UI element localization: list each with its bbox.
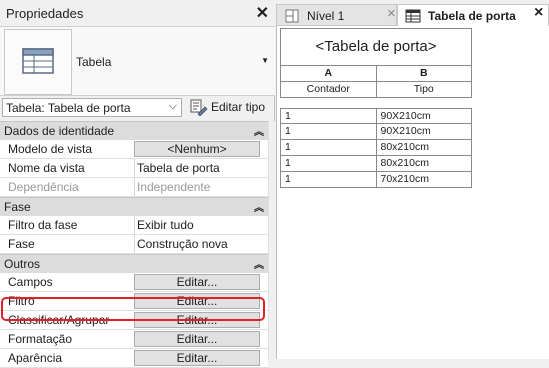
section-title: Fase bbox=[4, 200, 31, 214]
property-label: Campos bbox=[8, 275, 53, 289]
fields-edit-button[interactable]: Editar... bbox=[134, 274, 260, 290]
close-icon[interactable]: × bbox=[387, 5, 396, 22]
table-cell[interactable]: 1 bbox=[281, 108, 377, 124]
scrollbar[interactable] bbox=[268, 121, 275, 359]
property-row: Nome da vista Tabela de porta bbox=[0, 159, 268, 178]
column-header[interactable]: Contador bbox=[281, 82, 377, 98]
type-name: Tabela bbox=[76, 55, 112, 69]
property-label: Formatação bbox=[8, 332, 73, 346]
property-label: Aparência bbox=[8, 351, 63, 365]
table-row[interactable]: 1 90X210cm bbox=[280, 108, 472, 124]
table-cell[interactable]: 90X210cm bbox=[376, 108, 472, 124]
tab-door-schedule[interactable]: Tabela de porta × bbox=[397, 4, 549, 26]
view-name-field[interactable]: Tabela de porta bbox=[134, 159, 268, 177]
table-cell[interactable]: 90X210cm bbox=[376, 124, 472, 140]
property-label: Dependência bbox=[8, 180, 79, 194]
table-row[interactable]: 1 80x210cm bbox=[280, 140, 472, 156]
property-row: Modelo de vista <Nenhum> bbox=[0, 140, 268, 159]
column-letters-row: A B bbox=[280, 66, 472, 82]
section-title: Dados de identidade bbox=[4, 124, 115, 138]
property-row: Campos Editar... bbox=[0, 273, 268, 292]
column-letter[interactable]: B bbox=[376, 66, 472, 82]
table-cell[interactable]: 1 bbox=[281, 140, 377, 156]
phase-field[interactable]: Construção nova bbox=[134, 235, 268, 253]
schedule-type-icon bbox=[4, 29, 72, 95]
table-row[interactable]: 1 90X210cm bbox=[280, 124, 472, 140]
property-label: Modelo de vista bbox=[8, 142, 93, 156]
close-icon[interactable]: × bbox=[534, 4, 543, 22]
property-label: Filtro da fase bbox=[8, 218, 78, 232]
properties-title: Propriedades bbox=[6, 6, 84, 21]
table-cell[interactable]: 70x210cm bbox=[376, 172, 472, 188]
column-header[interactable]: Tipo bbox=[376, 82, 472, 98]
column-letter[interactable]: A bbox=[281, 66, 377, 82]
dependency-value: Independente bbox=[134, 178, 268, 196]
table-cell[interactable]: 80x210cm bbox=[376, 140, 472, 156]
type-selector[interactable]: Tabela ▼ bbox=[0, 26, 275, 96]
phase-filter-field[interactable]: Exibir tudo bbox=[134, 216, 268, 234]
tab-level-1[interactable]: Nível 1 × bbox=[276, 4, 397, 26]
highlight-box bbox=[1, 297, 265, 321]
table-cell[interactable]: 1 bbox=[281, 172, 377, 188]
collapse-icon[interactable]: ︽ bbox=[254, 256, 264, 271]
instance-selector-row: Tabela: Tabela de porta ⌵ Editar tipo bbox=[0, 96, 275, 120]
floor-plan-icon bbox=[285, 9, 299, 23]
schedule-view: <Tabela de porta> A B Contador Tipo 1 90… bbox=[276, 26, 549, 359]
column-headers-row: Contador Tipo bbox=[280, 82, 472, 98]
chevron-down-icon: ⌵ bbox=[168, 100, 177, 112]
section-identity-data[interactable]: Dados de identidade ︽ bbox=[0, 121, 268, 140]
tab-label: Tabela de porta bbox=[428, 9, 516, 23]
close-icon[interactable]: ✕ bbox=[256, 3, 269, 23]
instance-dropdown[interactable]: Tabela: Tabela de porta ⌵ bbox=[2, 98, 182, 117]
table-row[interactable]: 1 70x210cm bbox=[280, 172, 472, 188]
property-label: Nome da vista bbox=[8, 161, 85, 175]
property-row: Dependência Independente bbox=[0, 178, 268, 197]
properties-header: Propriedades ✕ bbox=[0, 0, 275, 26]
view-tab-bar: Nível 1 × Tabela de porta × bbox=[276, 4, 549, 26]
table-row[interactable]: 1 80x210cm bbox=[280, 156, 472, 172]
instance-dropdown-value: Tabela: Tabela de porta bbox=[6, 101, 131, 115]
schedule-icon bbox=[405, 9, 421, 23]
property-row: Fase Construção nova bbox=[0, 235, 268, 254]
collapse-icon[interactable]: ︽ bbox=[254, 199, 264, 214]
table-cell[interactable]: 1 bbox=[281, 156, 377, 172]
edit-type-label: Editar tipo bbox=[211, 100, 266, 114]
property-row: Formatação Editar... bbox=[0, 330, 268, 349]
property-label: Fase bbox=[8, 237, 35, 251]
section-others[interactable]: Outros ︽ bbox=[0, 254, 268, 273]
door-schedule-table: <Tabela de porta> A B Contador Tipo 1 90… bbox=[280, 28, 472, 188]
property-row: Filtro da fase Exibir tudo bbox=[0, 216, 268, 235]
table-cell[interactable]: 80x210cm bbox=[376, 156, 472, 172]
tab-label: Nível 1 bbox=[307, 9, 345, 23]
section-phase[interactable]: Fase ︽ bbox=[0, 197, 268, 216]
edit-type-icon bbox=[190, 99, 208, 116]
schedule-title[interactable]: <Tabela de porta> bbox=[280, 28, 472, 66]
view-template-button[interactable]: <Nenhum> bbox=[134, 141, 260, 157]
formatting-edit-button[interactable]: Editar... bbox=[134, 331, 260, 347]
table-cell[interactable]: 1 bbox=[281, 124, 377, 140]
properties-grid: Dados de identidade ︽ Modelo de vista <N… bbox=[0, 121, 268, 368]
collapse-icon[interactable]: ︽ bbox=[254, 123, 264, 138]
section-title: Outros bbox=[4, 257, 41, 271]
appearance-edit-button[interactable]: Editar... bbox=[134, 350, 260, 366]
chevron-down-icon[interactable]: ▼ bbox=[261, 56, 269, 65]
